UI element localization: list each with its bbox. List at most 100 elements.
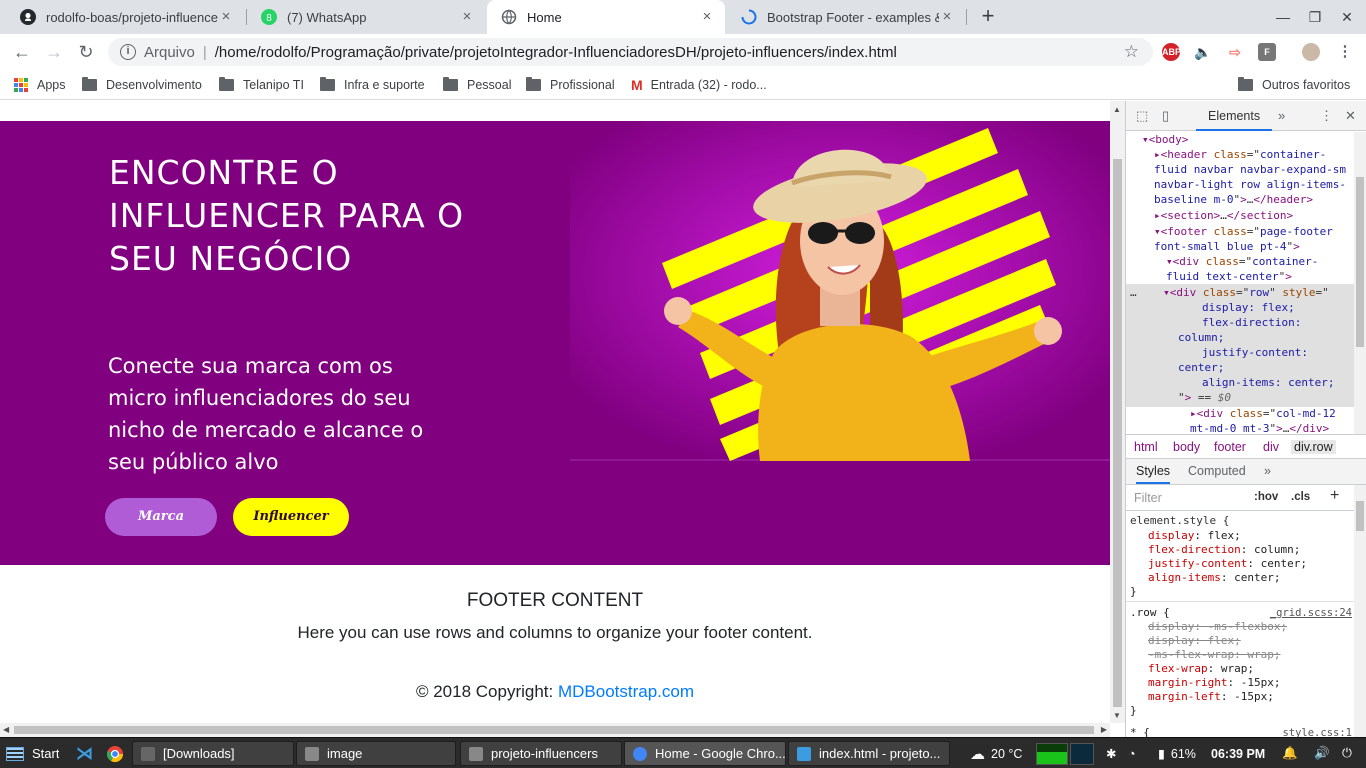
crumb-body[interactable]: body (1173, 440, 1200, 454)
bookmark-apps[interactable]: Apps (14, 76, 66, 94)
devtools-close-icon[interactable]: ✕ (1345, 108, 1356, 124)
bookmark-telanipo[interactable]: Telanipo TI (219, 76, 304, 94)
bookmark-label: Telanipo TI (243, 78, 304, 92)
hov-toggle[interactable]: :hov (1254, 491, 1278, 503)
crumb-footer[interactable]: footer (1214, 440, 1246, 454)
tab-styles[interactable]: Styles (1136, 464, 1171, 484)
add-rule-icon[interactable]: + (1330, 487, 1339, 505)
bookmark-desenvolvimento[interactable]: Desenvolvimento (82, 76, 202, 94)
tab-home[interactable]: Home × (487, 0, 725, 34)
bookmark-infra[interactable]: Infra e suporte (320, 76, 425, 94)
rule-source-link[interactable]: _grid.scss:24 (1270, 606, 1352, 620)
influencer-button[interactable]: Influencer (233, 498, 349, 536)
tab-elements[interactable]: Elements (1196, 101, 1273, 131)
extension-f-icon[interactable]: F (1258, 43, 1276, 61)
reload-icon[interactable]: ↻ (74, 40, 98, 64)
net-graph-icon (1070, 742, 1094, 765)
dom-scrollbar[interactable] (1354, 132, 1366, 434)
crumb-html[interactable]: html (1134, 440, 1158, 454)
speaker-icon[interactable]: 🔈 (1194, 43, 1212, 61)
wifi-icon[interactable]: ◔ (1128, 741, 1136, 766)
taskbar-item-projeto[interactable]: projeto-influencers (460, 741, 622, 766)
taskbar-item-chrome[interactable]: Home - Google Chro... (624, 741, 786, 766)
taskbar-item-vscode[interactable]: index.html - projeto... (788, 741, 950, 766)
copyright: © 2018 Copyright: MDBootstrap.com (0, 682, 1110, 702)
close-icon[interactable]: × (218, 9, 234, 25)
bookmark-profissional[interactable]: Profissional (526, 76, 615, 94)
minimize-button[interactable]: — (1272, 6, 1294, 28)
tab-title: Home (527, 9, 562, 25)
maximize-button[interactable]: ❐ (1304, 6, 1326, 28)
tab-github[interactable]: rodolfo-boas/projeto-influencer × (6, 0, 244, 34)
close-icon[interactable]: × (699, 9, 715, 25)
bookmark-star-icon[interactable]: ☆ (1124, 42, 1139, 62)
rule-source-link[interactable]: style.css:1 (1282, 726, 1352, 737)
style-rules[interactable]: element.style { display: flex; flex-dire… (1126, 512, 1354, 737)
start-label: Start (32, 746, 60, 761)
more-panes-icon[interactable]: » (1264, 464, 1271, 478)
vscode-launcher-icon[interactable]: ⋊ (76, 741, 93, 766)
close-icon[interactable]: × (459, 9, 475, 25)
chrome-icon (633, 746, 647, 761)
crumb-div[interactable]: div (1263, 440, 1279, 454)
address-bar[interactable]: i Arquivo | /home/rodolfo/Programação/pr… (108, 38, 1153, 66)
folder-icon (305, 746, 319, 761)
vscode-icon (797, 746, 811, 761)
battery[interactable]: ▮ 61% (1158, 741, 1196, 766)
forward-icon[interactable]: → (42, 40, 66, 64)
styles-scrollbar[interactable] (1354, 485, 1366, 737)
dom-tree[interactable]: ▾<body> ▸<header class="container- fluid… (1126, 132, 1354, 434)
address-scheme: Arquivo (144, 43, 195, 61)
start-button[interactable]: Start (6, 741, 59, 766)
inspect-icon[interactable]: ⬚ (1136, 108, 1148, 124)
clock[interactable]: 06:39 PM (1211, 741, 1265, 766)
crumb-div-row[interactable]: div.row (1291, 440, 1336, 454)
devtools-menu-icon[interactable]: ⋮ (1320, 108, 1333, 124)
system-monitor[interactable] (1036, 741, 1094, 766)
page-vertical-scrollbar[interactable]: ▲ ▼ (1110, 101, 1125, 723)
filter-input[interactable]: Filter (1134, 491, 1162, 505)
notification-icon[interactable]: 🔔 (1282, 741, 1298, 766)
new-tab-button[interactable]: + (976, 5, 1000, 29)
volume-icon[interactable]: 🔊 (1314, 741, 1330, 766)
hero-title: ENCONTRE O INFLUENCER PARA O SEU NEGÓCIO (109, 153, 465, 278)
folder-icon (526, 77, 541, 91)
marca-button[interactable]: Marca (105, 498, 217, 536)
bookmarks-bar: Apps Desenvolvimento Telanipo TI Infra e… (0, 70, 1366, 100)
profile-avatar[interactable] (1302, 43, 1320, 61)
close-window-button[interactable]: ✕ (1336, 6, 1358, 28)
bookmark-other[interactable]: Outros favoritos (1238, 76, 1350, 94)
bookmark-pessoal[interactable]: Pessoal (443, 76, 511, 94)
taskbar-item-image[interactable]: image (296, 741, 456, 766)
bluetooth-icon[interactable]: ✱ (1106, 741, 1116, 766)
back-icon[interactable]: ← (10, 40, 34, 64)
chrome-launcher-icon[interactable] (106, 741, 124, 766)
menu-icon[interactable]: ⋮ (1336, 43, 1354, 61)
devtools-tabbar: ⬚ ▯ Elements » ⋮ ✕ (1126, 101, 1366, 131)
more-tabs-icon[interactable]: » (1278, 108, 1285, 123)
tab-bootstrap-footer[interactable]: Bootstrap Footer - examples & × (727, 0, 965, 34)
folder-icon (82, 77, 97, 91)
cls-toggle[interactable]: .cls (1291, 491, 1310, 503)
device-toolbar-icon[interactable]: ▯ (1162, 108, 1169, 124)
hero-image (570, 121, 1110, 461)
bookmark-gmail[interactable]: M Entrada (32) - rodo... (631, 76, 767, 94)
taskbar: Start ⋊ [Downloads] image projeto-influe… (0, 737, 1366, 768)
taskbar-item-downloads[interactable]: [Downloads] (132, 741, 294, 766)
cast-icon[interactable]: ⇨ (1226, 43, 1244, 61)
tab-whatsapp[interactable]: 8 (7) WhatsApp × (247, 0, 485, 34)
adblock-icon[interactable]: ABP (1162, 43, 1181, 61)
info-icon[interactable]: i (120, 44, 136, 60)
start-menu-icon (6, 746, 24, 761)
page-horizontal-scrollbar[interactable]: ◀ ▶ (0, 723, 1110, 737)
close-icon[interactable]: × (939, 9, 955, 25)
download-icon (141, 746, 155, 761)
power-icon[interactable]: ⏻ (1342, 741, 1352, 766)
whatsapp-icon: 8 (261, 9, 277, 25)
copyright-link[interactable]: MDBootstrap.com (558, 682, 694, 701)
bookmark-label: Outros favoritos (1262, 78, 1351, 92)
tab-computed[interactable]: Computed (1188, 464, 1246, 478)
tab-strip: rodolfo-boas/projeto-influencer × 8 (7) … (0, 0, 1366, 34)
weather[interactable]: ☁ 20 °C (970, 741, 1022, 766)
folder-icon (443, 77, 458, 91)
